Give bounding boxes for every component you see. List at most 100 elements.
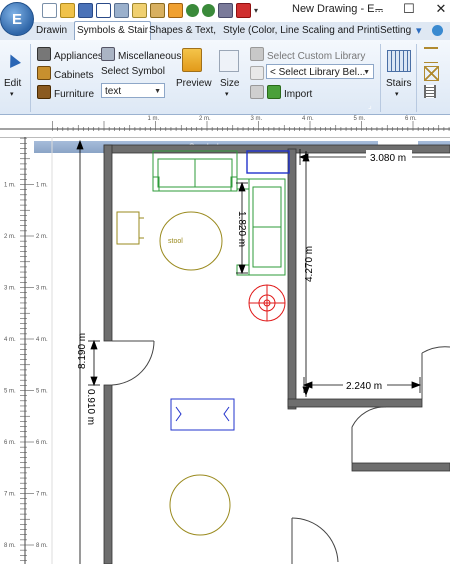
ruler-label: 8 m. [36, 543, 48, 549]
ruler-label: 5 m. [36, 389, 48, 395]
tab-shapes-text[interactable]: Shapes & Text, [149, 22, 216, 40]
select-symbol-label: Select Symbol [101, 66, 165, 77]
cabinet-icon [37, 66, 51, 80]
cabinets-button[interactable]: Cabinets [37, 66, 93, 81]
tab-style[interactable]: Style (Color, Line [223, 22, 299, 40]
grid-icon[interactable] [114, 2, 129, 18]
wall-interior-vertical [287, 148, 297, 410]
size-box-icon [219, 50, 239, 72]
wrench-icon[interactable] [218, 2, 233, 18]
qat-dropdown-icon[interactable]: ▾ [254, 4, 262, 17]
size-dropdown-icon: ▾ [225, 91, 229, 98]
tab-scaling-printing[interactable]: Scaling and Printi [302, 22, 380, 40]
furniture-button[interactable]: Furniture [37, 85, 94, 100]
chevron-down-icon: ▼ [154, 88, 161, 95]
floor-plan[interactable]: 1 m. 1 m. 2 m. 2 m. 3 m. 3 m. 4 m. 4 m. 5 m. 5 m.… [0, 137, 450, 565]
close-doc-icon[interactable] [236, 2, 251, 18]
miscellaneous-button[interactable]: Miscellaneous [101, 47, 181, 62]
save-icon[interactable] [78, 2, 93, 18]
appliances-button[interactable]: Appliances [37, 47, 103, 62]
ribbon-separator [416, 44, 417, 112]
dim-top-label: 3.080 m [370, 153, 406, 164]
misc-icon [101, 47, 115, 61]
pointer-icon[interactable] [96, 2, 111, 18]
new-file-icon[interactable] [42, 2, 57, 18]
door-bottom [291, 517, 339, 564]
ruler-label: 2 m. [199, 116, 211, 122]
dim-right-label: 4.270 m [304, 246, 315, 282]
ruler-label: 7 m. [4, 492, 16, 498]
dim-hall-label: 2.240 m [346, 381, 382, 392]
select-custom-library-button[interactable]: Select Custom Library [250, 47, 365, 62]
wall-left-lower [103, 384, 113, 565]
tab-drawing[interactable]: Drawin [36, 22, 67, 40]
railing-icon[interactable] [424, 47, 438, 63]
ruler-label: 4 m. [36, 337, 48, 343]
furniture-label: Furniture [54, 89, 95, 100]
ruler-label: 1 m. [4, 183, 16, 189]
globe-icon[interactable] [432, 22, 443, 40]
ruler-label: 6 m. [36, 440, 48, 446]
stairs-button[interactable]: Stairs ▾ [384, 44, 414, 102]
import-label: Import [284, 89, 313, 100]
door-left [111, 340, 155, 386]
library-select[interactable]: < Select Library Bel... ▼ [266, 64, 374, 79]
drawing-canvas[interactable]: 1 m. 1 m. 2 m. 2 m. 3 m. 3 m. 4 m. 4 m. 5 m. 5 m.… [0, 137, 450, 565]
ruler-label: 3 m. [251, 116, 263, 122]
ruler-label: 3 m. [36, 286, 48, 292]
stairs-icon [387, 50, 411, 72]
title-bar: E ▾ New Drawing - E... – ☐ ✕ [0, 0, 450, 36]
ruler-label: 4 m. [4, 337, 16, 343]
miscellaneous-label: Miscellaneous [118, 51, 182, 62]
symbol-select[interactable]: text ▼ [101, 83, 165, 98]
coffee-table [170, 398, 235, 431]
light-fixture-marker[interactable] [248, 284, 286, 322]
tab-settings[interactable]: Setting [380, 22, 411, 40]
appliances-label: Appliances [54, 51, 103, 62]
quick-access-toolbar: ▾ [36, 1, 262, 19]
arrow-pointer-icon [5, 52, 21, 68]
select-custom-library-label: Select Custom Library [267, 51, 366, 62]
tab-symbols-stairs[interactable]: Symbols & Stair [74, 21, 152, 42]
ladder-icon[interactable] [424, 85, 436, 98]
ruler-label: 2 m. [36, 234, 48, 240]
import-arrow-icon [267, 85, 281, 99]
close-button[interactable]: ✕ [428, 0, 450, 20]
redo-icon[interactable] [202, 3, 215, 17]
ruler-label: 1 m. [36, 183, 48, 189]
flag-icon[interactable] [168, 2, 183, 18]
stool-label: stool [168, 238, 183, 245]
chevron-down-icon: ▼ [363, 69, 370, 76]
door-right-lower [351, 406, 387, 463]
symbol-select-value: text [105, 86, 122, 97]
maximize-button[interactable]: ☐ [396, 0, 422, 20]
help-arrow-icon[interactable]: ▾ [416, 22, 422, 40]
open-folder-icon[interactable] [60, 2, 75, 18]
building-icon[interactable] [150, 2, 165, 18]
round-table [169, 474, 231, 536]
size-label: Size [220, 78, 240, 89]
ruler-label: 7 m. [36, 492, 48, 498]
ribbon-panel: Edit ▾ Appliances Miscellaneous Cabinets… [0, 40, 450, 153]
ribbon-tabs: Drawin Symbols & Stair Shapes & Text, St… [0, 21, 450, 42]
minimize-button[interactable]: – [366, 0, 392, 20]
ruler-label: 6 m. [405, 116, 417, 122]
edit-button[interactable]: Edit ▾ [0, 44, 26, 102]
wall-left-upper [103, 144, 113, 342]
dialog-launcher-icon[interactable]: ⌟ [368, 101, 372, 110]
ruler-label: 5 m. [354, 116, 366, 122]
cross-box-icon[interactable] [424, 66, 439, 81]
appliance-icon [37, 47, 51, 61]
undo-icon[interactable] [186, 3, 199, 17]
stairs-label: Stairs [386, 78, 412, 89]
vertical-ruler-ticks: 1 m. 1 m. 2 m. 2 m. 3 m. 3 m. 4 m. 4 m. 5 m. 5 m.… [4, 137, 48, 561]
size-button[interactable]: Size ▾ [214, 44, 244, 102]
ruler-label: 3 m. [4, 286, 16, 292]
page-icon[interactable] [132, 2, 147, 18]
app-menu-button[interactable]: E [0, 2, 34, 36]
chair [116, 211, 144, 245]
tv-cabinet [246, 150, 290, 174]
import-button[interactable]: Import [250, 85, 312, 100]
cabinets-label: Cabinets [54, 70, 94, 81]
preview-button[interactable]: Preview [174, 44, 212, 102]
